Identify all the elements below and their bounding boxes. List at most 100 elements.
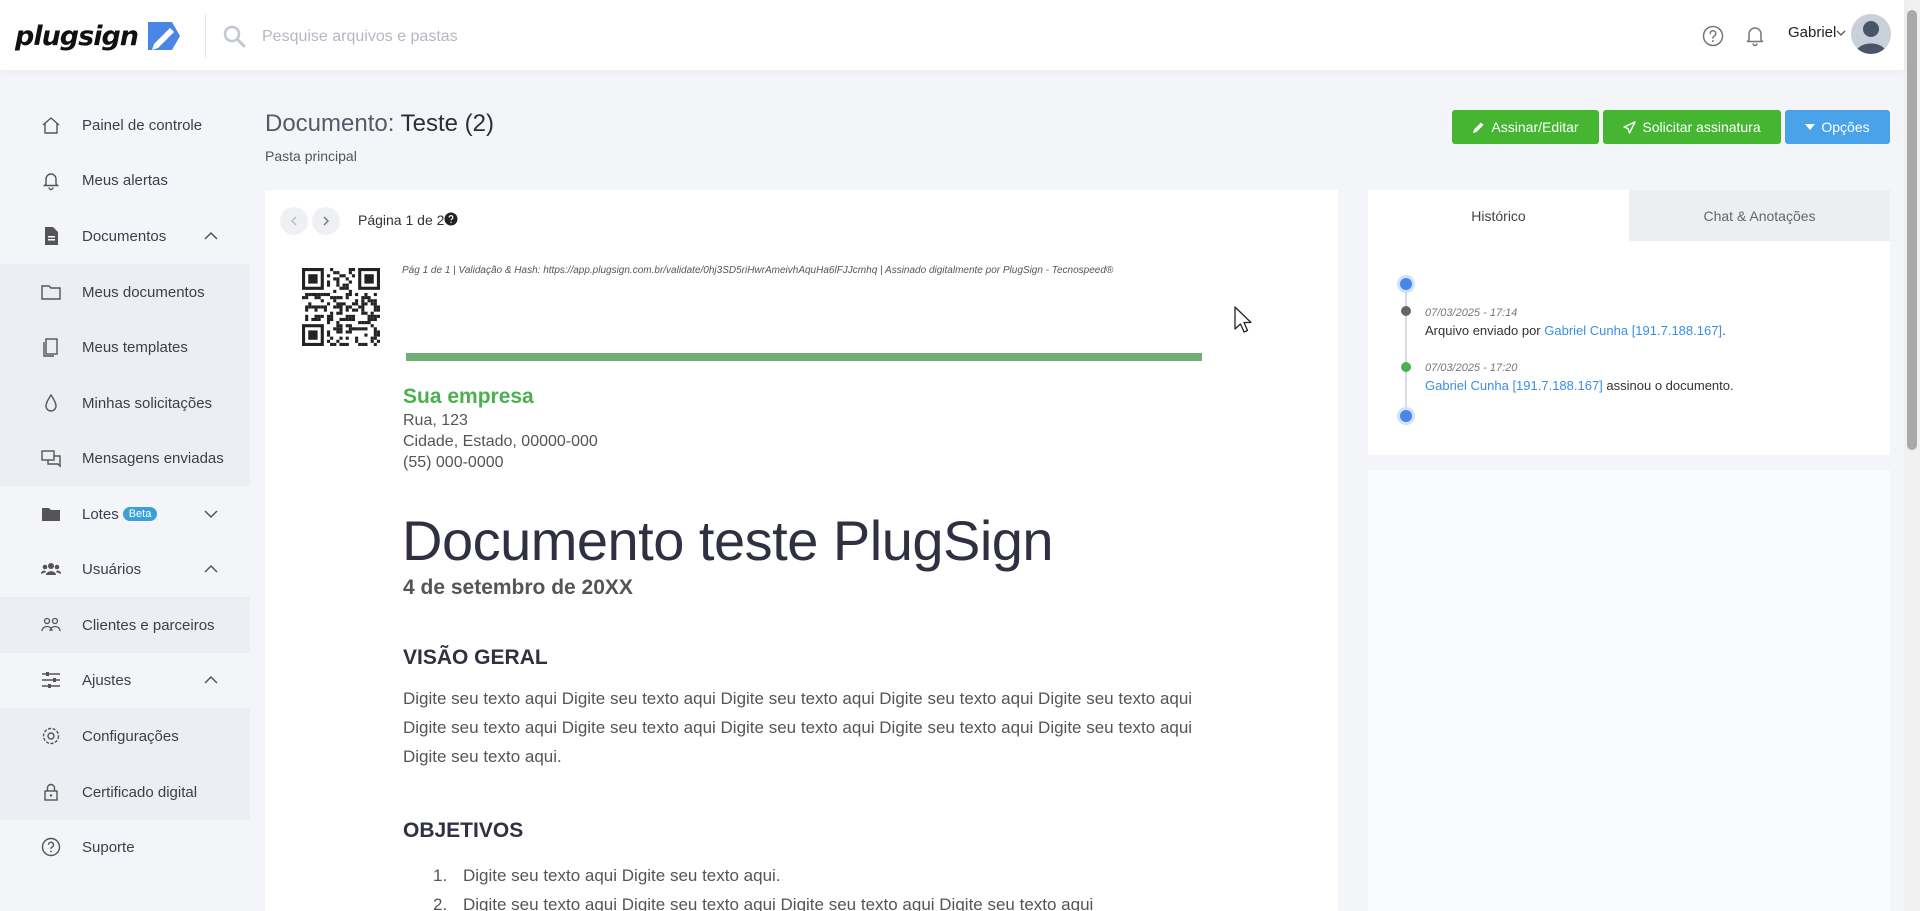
sidebar-item-label: Certificado digital xyxy=(82,783,198,801)
mouse-cursor-icon xyxy=(1234,306,1252,333)
folder-icon xyxy=(41,285,61,300)
clients-icon xyxy=(41,617,61,632)
right-column-background xyxy=(1368,470,1890,911)
section-heading: VISÃO GERAL xyxy=(403,646,548,669)
sign-edit-label: Assinar/Editar xyxy=(1491,119,1579,135)
pencil-icon xyxy=(1473,122,1484,133)
sidebar-item-label: Clientes e parceiros xyxy=(82,616,215,634)
send-icon xyxy=(1623,120,1637,134)
chevron-down-icon[interactable] xyxy=(1835,27,1847,39)
validation-hash-text: Pág 1 de 1 | Validação & Hash: https://a… xyxy=(402,265,1114,276)
notification-bell-icon[interactable] xyxy=(1743,23,1767,47)
breadcrumb[interactable]: Pasta principal xyxy=(265,148,357,164)
search-input[interactable] xyxy=(262,26,862,48)
sliders-icon xyxy=(42,672,60,688)
sidebar-item-clientes-parceiros[interactable]: Clientes e parceiros xyxy=(0,597,250,653)
sidebar-item-ajustes[interactable]: Ajustes xyxy=(0,652,250,708)
search-icon[interactable] xyxy=(222,24,246,48)
users-icon xyxy=(41,563,61,575)
user-link[interactable]: Gabriel Cunha [191.7.188.167] xyxy=(1425,378,1603,393)
event-text-prefix: Arquivo enviado por xyxy=(1425,323,1545,338)
tab-chat-annotations[interactable]: Chat & Anotações xyxy=(1629,190,1890,241)
next-page-button[interactable] xyxy=(312,207,340,235)
event-text: Gabriel Cunha [191.7.188.167] assinou o … xyxy=(1425,378,1734,393)
gear-icon xyxy=(42,727,60,745)
previous-page-button[interactable] xyxy=(280,207,308,235)
address-line: Rua, 123 xyxy=(403,412,468,429)
event-time: 07/03/2025 - 17:20 xyxy=(1425,362,1518,374)
list-text: Digite seu texto aqui Digite seu texto a… xyxy=(463,895,1094,911)
sidebar-item-label: Minhas solicitações xyxy=(82,394,213,412)
document-name: Teste (2) xyxy=(400,110,495,137)
header-divider xyxy=(205,14,206,58)
list-number: 1. xyxy=(433,866,448,885)
sidebar-item-meus-templates[interactable]: Meus templates xyxy=(0,319,250,375)
user-name[interactable]: Gabriel xyxy=(1788,24,1836,41)
sidebar: Painel de controle Meus alertas Document… xyxy=(0,70,250,911)
sign-edit-button[interactable]: Assinar/Editar xyxy=(1452,110,1599,144)
chevron-up-icon[interactable] xyxy=(202,671,220,689)
drop-icon xyxy=(45,393,57,412)
sidebar-item-label: Usuários xyxy=(82,560,142,578)
sidebar-item-label: Configurações xyxy=(82,727,179,745)
sidebar-item-documentos[interactable]: Documentos xyxy=(0,208,250,264)
history-panel: Histórico Chat & Anotações 07/03/2025 - … xyxy=(1368,190,1890,455)
document-heading: Documento teste PlugSign xyxy=(402,509,1054,572)
scrollbar-thumb[interactable] xyxy=(1907,10,1917,450)
tab-history[interactable]: Histórico xyxy=(1368,190,1629,241)
top-bar: plugsign Gabriel xyxy=(0,0,1904,70)
request-signature-button[interactable]: Solicitar assinatura xyxy=(1603,110,1781,144)
lotes-label: Lotes xyxy=(82,505,119,523)
timeline-start-marker xyxy=(1397,275,1415,293)
chevron-right-icon xyxy=(323,216,329,226)
sidebar-item-label: Suporte xyxy=(82,838,135,856)
sidebar-item-configuracoes[interactable]: Configurações xyxy=(0,708,250,764)
sidebar-item-label: Ajustes xyxy=(82,671,132,689)
page-scrollbar[interactable] xyxy=(1904,0,1920,911)
title-prefix: Documento: xyxy=(265,110,395,137)
user-link[interactable]: Gabriel Cunha [191.7.188.167] xyxy=(1544,323,1722,338)
address-line: Cidade, Estado, 00000-000 xyxy=(403,433,598,450)
help-icon xyxy=(41,837,61,857)
question-circle-icon[interactable] xyxy=(444,212,458,226)
options-dropdown-button[interactable]: Opções xyxy=(1785,110,1890,144)
section-paragraph: Digite seu texto aqui Digite seu texto a… xyxy=(403,689,1193,766)
list-number: 2. xyxy=(433,895,448,911)
plugsign-logo[interactable]: plugsign xyxy=(15,16,184,56)
help-icon[interactable] xyxy=(1701,24,1725,48)
list-text: Digite seu texto aqui Digite seu texto a… xyxy=(463,866,781,885)
sidebar-item-label: Lotes Beta xyxy=(82,505,158,523)
sidebar-item-usuarios[interactable]: Usuários xyxy=(0,541,250,597)
sidebar-item-mensagens-enviadas[interactable]: Mensagens enviadas xyxy=(0,430,250,486)
timeline-dot xyxy=(1401,306,1411,316)
avatar[interactable] xyxy=(1851,14,1891,54)
objectives-list: 1. Digite seu texto aqui Digite seu texto… xyxy=(433,861,1213,911)
chevron-up-icon[interactable] xyxy=(202,560,220,578)
home-icon xyxy=(42,117,60,134)
event-text: Arquivo enviado por Gabriel Cunha [191.7… xyxy=(1425,323,1726,338)
address-line: (55) 000-0000 xyxy=(403,454,504,471)
sidebar-item-painel[interactable]: Painel de controle xyxy=(0,97,250,153)
company-name: Sua empresa xyxy=(403,385,534,408)
list-item: 1. Digite seu texto aqui Digite seu texto… xyxy=(433,861,1213,890)
sidebar-item-suporte[interactable]: Suporte xyxy=(0,819,250,875)
sidebar-item-alertas[interactable]: Meus alertas xyxy=(0,152,250,208)
sidebar-item-label: Meus documentos xyxy=(82,283,205,301)
chevron-down-icon[interactable] xyxy=(202,505,220,523)
options-label: Opções xyxy=(1821,119,1870,135)
user-avatar-icon xyxy=(1851,14,1891,54)
chevron-left-icon xyxy=(291,216,297,226)
sidebar-item-meus-documentos[interactable]: Meus documentos xyxy=(0,264,250,320)
sidebar-item-certificado-digital[interactable]: Certificado digital xyxy=(0,764,250,820)
sidebar-item-lotes[interactable]: Lotes Beta xyxy=(0,486,250,542)
logo-mark-icon xyxy=(148,22,181,50)
beta-badge: Beta xyxy=(122,506,158,521)
chevron-up-icon[interactable] xyxy=(202,227,220,245)
list-item: 2. Digite seu texto aqui Digite seu texto… xyxy=(433,890,1213,911)
page-title: Documento: Teste (2) xyxy=(265,110,494,138)
document-viewer: Página 1 de 2 Pág 1 de 1 | Validação & H… xyxy=(265,190,1338,911)
section-heading: OBJETIVOS xyxy=(403,819,524,842)
template-icon xyxy=(43,338,58,357)
header-accent-bar xyxy=(406,353,1202,361)
sidebar-item-minhas-solicitacoes[interactable]: Minhas solicitações xyxy=(0,375,250,431)
